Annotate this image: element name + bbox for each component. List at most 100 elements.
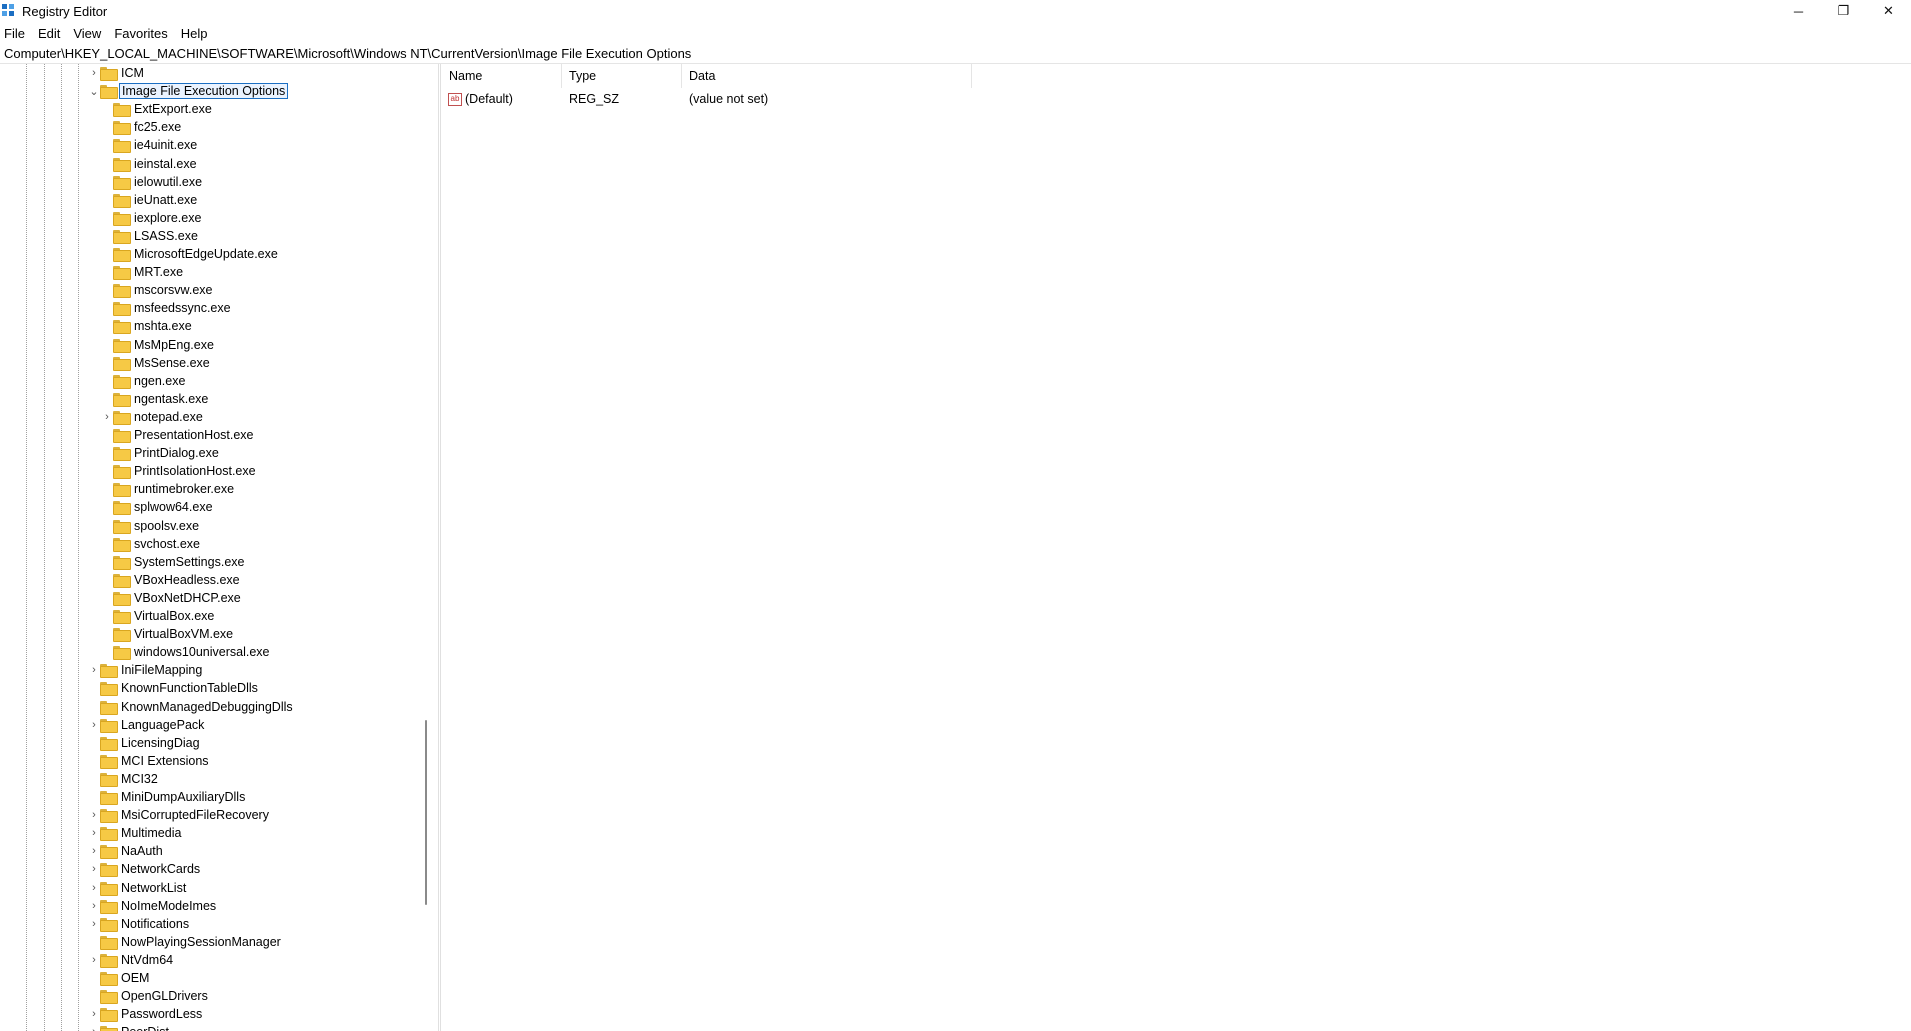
expand-chevron-icon[interactable]: › [88,824,100,842]
values-list[interactable]: Name Type Data ab (Default) REG_SZ (valu… [442,64,1911,1031]
tree-item[interactable]: PrintDialog.exe [101,444,221,462]
tree-item[interactable]: KnownManagedDebuggingDlls [88,698,295,716]
tree-item[interactable]: › notepad.exe [101,408,205,426]
expand-chevron-icon[interactable]: › [88,915,100,933]
column-header-type[interactable]: Type [562,64,682,88]
tree-item[interactable]: › NaAuth [88,842,165,860]
expand-chevron-icon[interactable]: › [88,897,100,915]
expand-chevron-icon[interactable]: › [88,951,100,969]
folder-icon [113,121,131,136]
menu-help[interactable]: Help [181,26,208,41]
tree-item[interactable]: › MsiCorruptedFileRecovery [88,806,271,824]
maximize-button[interactable]: ❐ [1821,0,1866,22]
tree-item[interactable]: OEM [88,969,151,987]
tree-item[interactable]: ExtExport.exe [101,100,214,118]
tree-item[interactable]: VirtualBox.exe [101,607,216,625]
tree-item[interactable]: MCI Extensions [88,752,211,770]
collapse-chevron-icon[interactable]: ⌄ [88,82,100,100]
tree-item-label: NetworkList [121,880,187,895]
tree-item[interactable]: › PasswordLess [88,1005,204,1023]
minimize-button[interactable]: ─ [1776,0,1821,22]
tree-scrollbar[interactable] [420,64,432,1031]
expand-chevron-icon[interactable]: › [88,879,100,897]
tree-item[interactable]: ngentask.exe [101,390,210,408]
registry-tree[interactable]: › ICM ⌄ Image File Execution Options ExtExpo… [0,64,432,1031]
tree-item[interactable]: MCI32 [88,770,160,788]
tree-item-label: MCI Extensions [121,753,209,768]
tree-item-selected[interactable]: ⌄ Image File Execution Options [88,82,289,100]
expand-chevron-icon[interactable]: › [88,842,100,860]
tree-item[interactable]: › NoImeModeImes [88,897,218,915]
tree-item[interactable]: runtimebroker.exe [101,480,236,498]
tree-item[interactable]: MsMpEng.exe [101,336,216,354]
tree-item-label: VirtualBoxVM.exe [134,627,234,642]
tree-item[interactable]: VirtualBoxVM.exe [101,625,235,643]
tree-item[interactable]: PresentationHost.exe [101,426,256,444]
tree-item[interactable]: › PeerDist [88,1023,171,1031]
tree-item[interactable]: splwow64.exe [101,498,215,516]
tree-item[interactable]: › NetworkList [88,879,188,897]
menu-edit[interactable]: Edit [38,26,60,41]
tree-item[interactable]: › LanguagePack [88,716,206,734]
tree-item[interactable]: KnownFunctionTableDlls [88,679,260,697]
tree-item[interactable]: ieinstal.exe [101,155,199,173]
close-button[interactable]: ✕ [1866,0,1911,22]
tree-item[interactable]: svchost.exe [101,535,202,553]
folder-icon [100,827,118,842]
tree-item[interactable]: SystemSettings.exe [101,553,246,571]
pane-splitter[interactable] [438,64,441,1031]
tree-item[interactable]: ielowutil.exe [101,173,204,191]
expand-chevron-icon[interactable]: › [88,860,100,878]
menu-file[interactable]: File [4,26,25,41]
tree-item[interactable]: ieUnatt.exe [101,191,199,209]
tree-item[interactable]: › NtVdm64 [88,951,175,969]
tree-item[interactable]: VBoxNetDHCP.exe [101,589,243,607]
tree-item[interactable]: ie4uinit.exe [101,136,199,154]
expand-chevron-icon[interactable]: › [88,1005,100,1023]
expand-chevron-icon[interactable]: › [101,408,113,426]
tree-item[interactable]: mshta.exe [101,317,194,335]
tree-item[interactable]: mscorsvw.exe [101,281,215,299]
tree-item-label: notepad.exe [134,409,203,424]
tree-item[interactable]: › ICM [88,64,146,82]
tree-item[interactable]: MicrosoftEdgeUpdate.exe [101,245,280,263]
tree-item[interactable]: MsSense.exe [101,354,212,372]
expand-chevron-icon[interactable]: › [88,806,100,824]
expand-chevron-icon[interactable]: › [88,1023,100,1031]
tree-scrollbar-thumb[interactable] [425,720,427,905]
tree-item[interactable]: › Notifications [88,915,191,933]
tree-item[interactable]: spoolsv.exe [101,517,201,535]
tree-item[interactable]: LicensingDiag [88,734,202,752]
expand-chevron-icon[interactable]: › [88,716,100,734]
expand-chevron-icon[interactable]: › [88,64,100,82]
tree-item[interactable]: windows10universal.exe [101,643,272,661]
tree-item[interactable]: fc25.exe [101,118,183,136]
tree-item[interactable]: › NetworkCards [88,860,202,878]
tree-item[interactable]: › Multimedia [88,824,183,842]
tree-item[interactable]: OpenGLDrivers [88,987,210,1005]
menu-favorites[interactable]: Favorites [114,26,167,41]
tree-item[interactable]: iexplore.exe [101,209,203,227]
tree-item[interactable]: LSASS.exe [101,227,200,245]
address-bar[interactable]: Computer\HKEY_LOCAL_MACHINE\SOFTWARE\Mic… [0,44,1911,64]
tree-item[interactable]: msfeedssync.exe [101,299,233,317]
value-row[interactable]: ab (Default) REG_SZ (value not set) [442,90,972,108]
column-header-name[interactable]: Name [442,64,562,88]
column-header-data[interactable]: Data [682,64,972,88]
tree-item[interactable]: ngen.exe [101,372,187,390]
tree-item[interactable]: MiniDumpAuxiliaryDlls [88,788,247,806]
menu-view[interactable]: View [73,26,101,41]
expand-chevron-icon[interactable]: › [88,661,100,679]
tree-item[interactable]: NowPlayingSessionManager [88,933,283,951]
tree-item[interactable]: › IniFileMapping [88,661,204,679]
folder-icon [113,646,131,661]
tree-item[interactable]: MRT.exe [101,263,185,281]
window-title: Registry Editor [22,3,108,19]
tree-item[interactable]: PrintIsolationHost.exe [101,462,258,480]
tree-item-label: splwow64.exe [134,500,213,515]
tree-item[interactable]: VBoxHeadless.exe [101,571,242,589]
